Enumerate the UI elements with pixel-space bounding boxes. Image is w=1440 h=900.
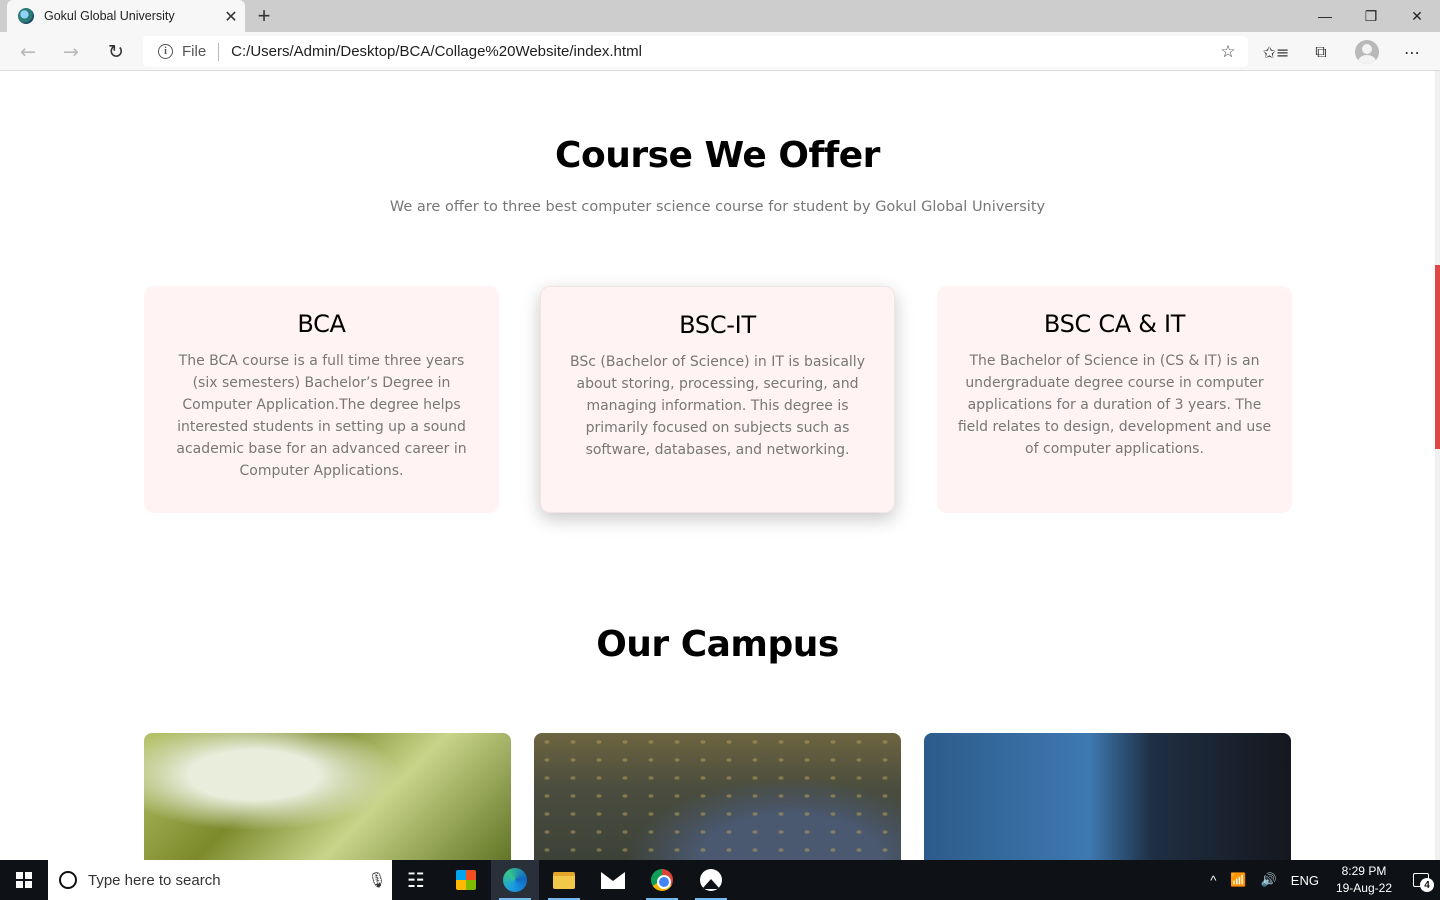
taskbar-search-box[interactable]: Type here to search 🎙 bbox=[48, 860, 392, 900]
language-indicator[interactable]: ENG bbox=[1284, 873, 1326, 888]
courses-heading: Course We Offer bbox=[555, 135, 880, 176]
url-text[interactable]: C:/Users/Admin/Desktop/BCA/Collage%20Web… bbox=[231, 43, 1212, 60]
minimize-button[interactable]: — bbox=[1302, 0, 1348, 32]
clock-date: 19-Aug-22 bbox=[1335, 881, 1392, 895]
microphone-icon[interactable]: 🎙 bbox=[362, 871, 392, 889]
course-card-bca[interactable]: BCA The BCA course is a full time three … bbox=[144, 286, 499, 513]
clock-time: 8:29 PM bbox=[1341, 864, 1387, 878]
course-card-title: BSC-IT bbox=[679, 311, 756, 339]
university-favicon-icon bbox=[18, 8, 34, 24]
clock[interactable]: 8:29 PM 19-Aug-22 bbox=[1326, 863, 1402, 897]
windows-logo-icon bbox=[16, 872, 32, 888]
course-card-text: The Bachelor of Science in (CS & IT) is … bbox=[957, 353, 1272, 457]
taskbar-search-input[interactable]: Type here to search bbox=[88, 872, 362, 889]
favorites-list-icon[interactable]: ✩≡ bbox=[1259, 36, 1293, 68]
start-button[interactable] bbox=[0, 860, 48, 900]
edge-browser-icon[interactable] bbox=[491, 860, 539, 900]
course-card-text: BSc (Bachelor of Science) in IT is basic… bbox=[570, 354, 865, 458]
volume-icon[interactable]: 🔊 bbox=[1254, 872, 1284, 888]
more-menu-icon[interactable]: ⋯ bbox=[1395, 36, 1429, 68]
mail-icon[interactable] bbox=[589, 860, 637, 900]
url-scheme-label: File bbox=[182, 43, 207, 60]
page-scrollbar[interactable] bbox=[1435, 71, 1440, 860]
campus-photo-path bbox=[534, 733, 901, 860]
restore-button[interactable]: ❐ bbox=[1348, 0, 1394, 32]
close-window-button[interactable]: ✕ bbox=[1394, 0, 1440, 32]
course-card-title: BCA bbox=[297, 310, 346, 338]
course-card-title: BSC CA & IT bbox=[1043, 310, 1186, 338]
scrollbar-thumb[interactable] bbox=[1435, 265, 1440, 449]
close-tab-icon[interactable]: ✕ bbox=[217, 2, 245, 30]
forward-arrow-icon[interactable]: → bbox=[55, 36, 87, 68]
action-center-button[interactable]: 4 bbox=[1402, 860, 1440, 900]
course-card-bsc-it[interactable]: BSC-IT BSc (Bachelor of Science) in IT i… bbox=[540, 286, 895, 513]
address-bar[interactable]: i File C:/Users/Admin/Desktop/BCA/Collag… bbox=[143, 36, 1248, 67]
favorite-star-icon[interactable]: ☆ bbox=[1212, 42, 1244, 62]
browser-tab-strip: Gokul Global University ✕ + — ❐ ✕ bbox=[0, 0, 1440, 32]
campus-photo-trees bbox=[144, 733, 511, 860]
back-arrow-icon[interactable]: ← bbox=[12, 36, 44, 68]
info-icon[interactable]: i bbox=[158, 44, 173, 59]
wifi-icon[interactable]: 📶 bbox=[1223, 872, 1253, 888]
windows-taskbar: Type here to search 🎙 ☷ ^ 📶 🔊 ENG 8:29 P… bbox=[0, 860, 1440, 900]
photos-app-icon[interactable] bbox=[687, 860, 735, 900]
file-explorer-icon[interactable] bbox=[540, 860, 588, 900]
system-tray: ^ 📶 🔊 ENG 8:29 PM 19-Aug-22 4 bbox=[1203, 860, 1440, 900]
task-view-icon[interactable]: ☷ bbox=[392, 860, 440, 900]
tab-title: Gokul Global University bbox=[44, 9, 175, 23]
new-tab-button[interactable]: + bbox=[250, 2, 278, 30]
browser-toolbar: ← → ↻ i File C:/Users/Admin/Desktop/BCA/… bbox=[0, 32, 1440, 71]
show-hidden-icons-chevron-icon[interactable]: ^ bbox=[1203, 873, 1223, 888]
course-card-text: The BCA course is a full time three year… bbox=[176, 353, 467, 479]
notification-count-badge: 4 bbox=[1420, 878, 1434, 892]
page-viewport: Course We Offer We are offer to three be… bbox=[0, 71, 1440, 860]
profile-avatar[interactable] bbox=[1355, 40, 1379, 64]
course-card-bsc-ca-it[interactable]: BSC CA & IT The Bachelor of Science in (… bbox=[937, 286, 1292, 513]
courses-subtitle: We are offer to three best computer scie… bbox=[389, 199, 1046, 215]
campus-heading: Our Campus bbox=[596, 624, 839, 665]
window-controls: — ❐ ✕ bbox=[1302, 0, 1440, 32]
microsoft-store-icon[interactable] bbox=[442, 860, 490, 900]
campus-photo-building bbox=[924, 733, 1291, 860]
collections-icon[interactable]: ⧉ bbox=[1304, 36, 1338, 68]
refresh-icon[interactable]: ↻ bbox=[100, 36, 132, 68]
cortana-icon bbox=[59, 871, 77, 889]
chrome-icon[interactable] bbox=[638, 860, 686, 900]
address-separator bbox=[218, 42, 220, 61]
browser-tab[interactable]: Gokul Global University ✕ bbox=[7, 0, 245, 32]
